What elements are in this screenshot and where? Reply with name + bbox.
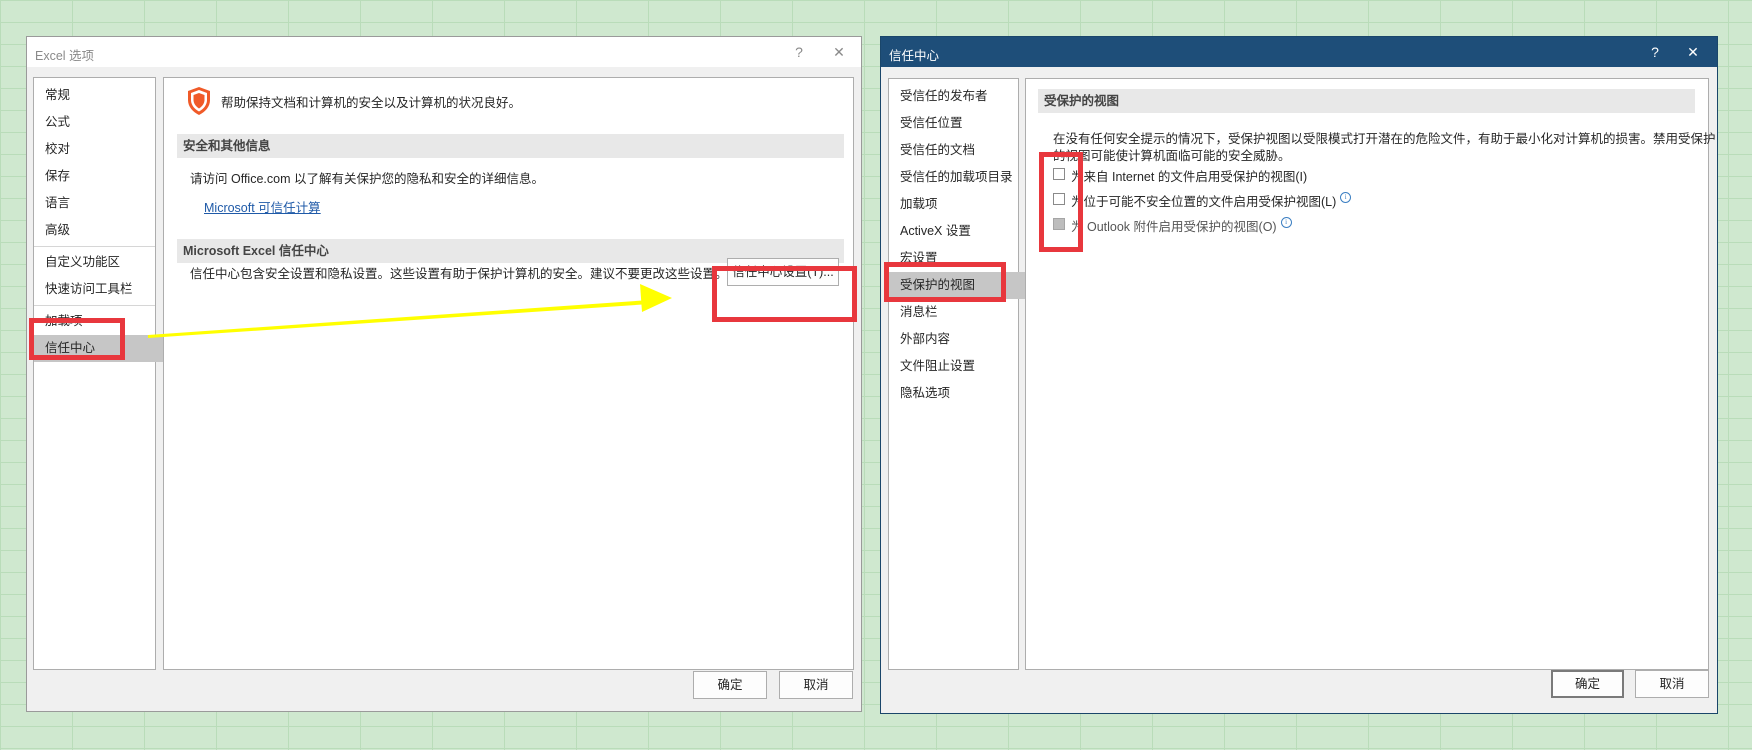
- highlight-box-checkboxes: [1039, 152, 1083, 252]
- annotation-arrow: [148, 284, 672, 338]
- highlight-box-protected-view-nav: [884, 262, 1006, 302]
- highlight-box-trust-settings-button: [712, 266, 857, 322]
- highlight-box-trust-center-nav: [29, 318, 125, 360]
